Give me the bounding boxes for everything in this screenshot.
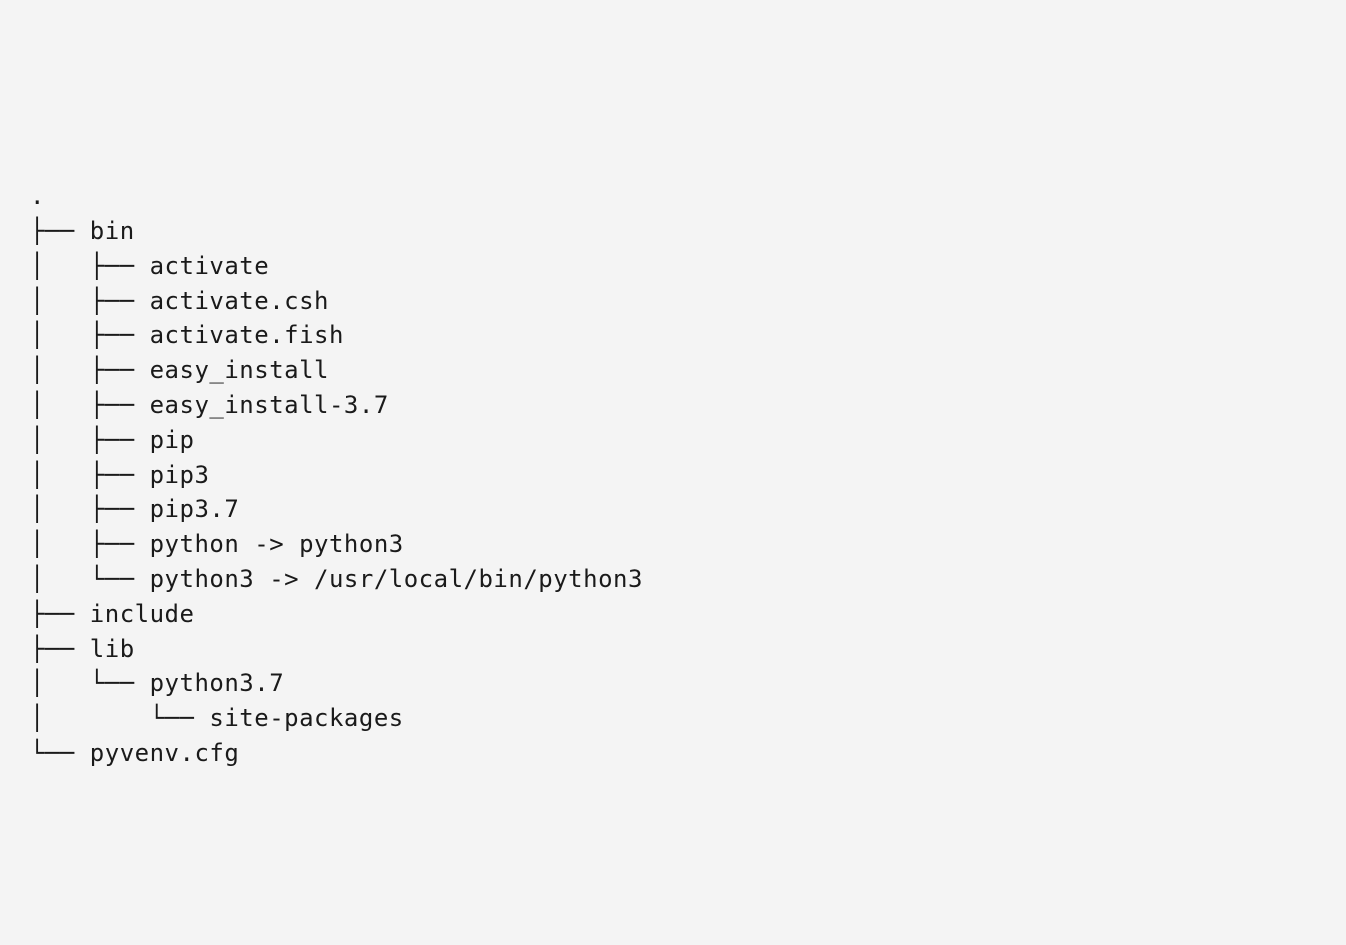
tree-line: │ ├── easy_install-3.7: [30, 388, 1316, 423]
tree-line: │ ├── activate.csh: [30, 284, 1316, 319]
tree-line: ├── bin: [30, 214, 1316, 249]
tree-line: │ ├── activate: [30, 249, 1316, 284]
tree-root: .: [30, 179, 1316, 214]
tree-line: │ ├── python -> python3: [30, 527, 1316, 562]
tree-line: ├── include: [30, 597, 1316, 632]
tree-line: │ ├── pip: [30, 423, 1316, 458]
tree-line: └── pyvenv.cfg: [30, 736, 1316, 771]
tree-line: │ ├── pip3.7: [30, 492, 1316, 527]
tree-line: │ └── python3.7: [30, 666, 1316, 701]
tree-line: │ └── site-packages: [30, 701, 1316, 736]
tree-line: ├── lib: [30, 632, 1316, 667]
tree-line: │ ├── pip3: [30, 458, 1316, 493]
directory-tree-output: .├── bin│ ├── activate│ ├── activate.csh…: [30, 179, 1316, 771]
tree-line: │ └── python3 -> /usr/local/bin/python3: [30, 562, 1316, 597]
tree-line: │ ├── activate.fish: [30, 318, 1316, 353]
tree-line: │ ├── easy_install: [30, 353, 1316, 388]
